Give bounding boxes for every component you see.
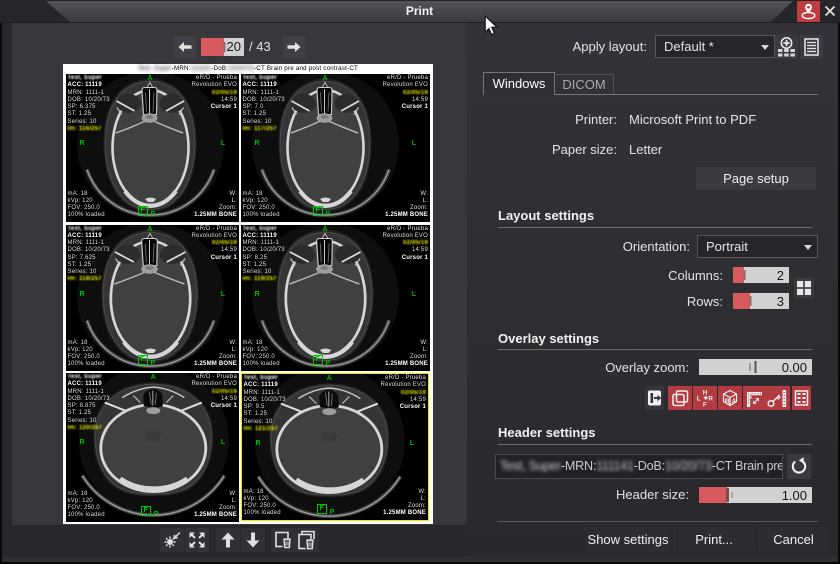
svg-text:R: R [708, 395, 713, 402]
svg-text:L: L [697, 395, 701, 402]
svg-text:A: A [732, 399, 737, 405]
svg-text:F: F [703, 401, 707, 408]
svg-text:H: H [703, 390, 708, 397]
svg-text:R: R [725, 399, 730, 406]
